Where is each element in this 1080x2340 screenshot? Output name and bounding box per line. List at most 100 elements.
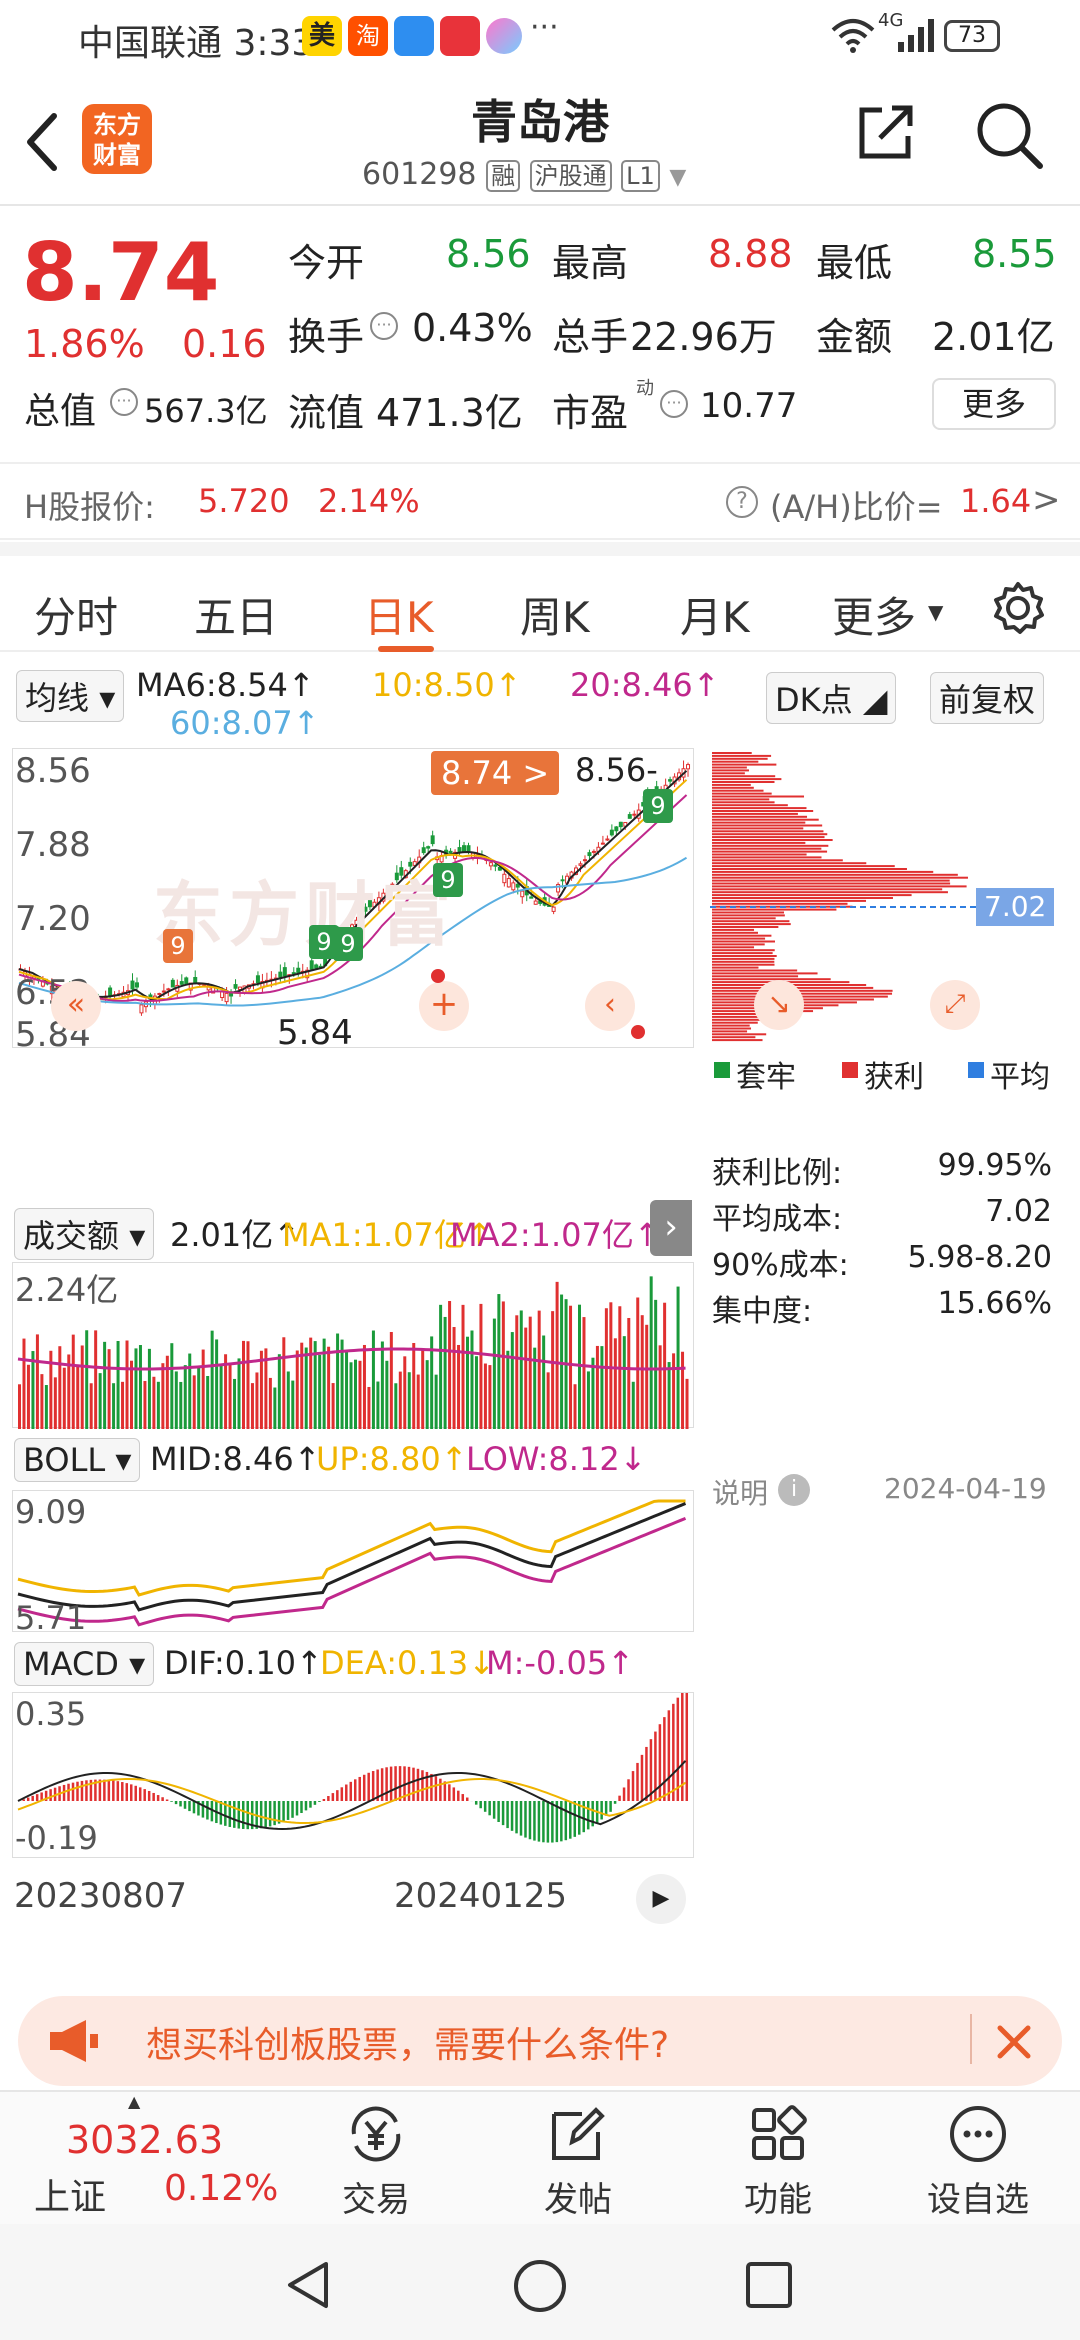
chip-bar (712, 830, 824, 833)
macd-bar (569, 1801, 572, 1839)
volume-bar (44, 1385, 48, 1429)
tab-more[interactable]: 更多 (832, 584, 916, 645)
volume-bar (107, 1349, 111, 1429)
settings-gear-icon[interactable] (990, 580, 1046, 636)
expand-up-icon[interactable]: ▲ (128, 2092, 140, 2111)
chip-bar (712, 850, 828, 853)
volume-bar (654, 1299, 658, 1429)
chip-bar (712, 972, 818, 975)
info-icon[interactable]: i (778, 1474, 810, 1506)
legend-trapped: 套牢 (736, 1060, 796, 1095)
close-icon[interactable] (994, 2022, 1034, 2062)
stat-value-turnover: 0.43% (412, 306, 533, 350)
pe-value: 10.77 (700, 386, 798, 426)
volume-bar (31, 1351, 35, 1429)
note-label[interactable]: 说明 (712, 1472, 768, 1512)
search-icon[interactable] (974, 100, 1044, 170)
function-button[interactable]: 功能 (708, 2102, 848, 2221)
macd-bar (268, 1801, 272, 1827)
macd-bar (672, 1703, 675, 1801)
chip-bar (712, 815, 808, 818)
share-icon[interactable] (856, 102, 916, 162)
float-value: 471.3亿 (376, 391, 523, 435)
candle-body (255, 975, 260, 984)
volume-bar (573, 1384, 577, 1429)
tab-five-day[interactable]: 五日 (194, 584, 278, 645)
macd-bar (560, 1801, 563, 1842)
kline-y-label: 7.20 (15, 899, 91, 939)
chip-bar (712, 1030, 748, 1033)
volume-bar (407, 1372, 411, 1429)
chip-panel[interactable]: 7.02 ↘ ⤢ (710, 748, 1055, 1048)
volume-bar (18, 1384, 21, 1429)
chevron-left-icon[interactable]: ‹ (585, 981, 635, 1031)
promo-banner[interactable]: 想买科创板股票，需要什么条件? (18, 1996, 1062, 2086)
expand-icon[interactable]: ⤢ (930, 980, 980, 1030)
info-icon[interactable]: ··· (110, 388, 138, 416)
volume-bar (354, 1359, 357, 1429)
ma-selector[interactable]: 均线 ▾ (16, 670, 125, 722)
macd-selector[interactable]: MACD ▾ (14, 1642, 155, 1686)
watchlist-button[interactable]: 设自选 (908, 2102, 1048, 2221)
volume-bar (492, 1318, 496, 1429)
expand-arrow-icon[interactable]: › (650, 1200, 692, 1256)
dk-button[interactable]: DK点 ◢ (766, 672, 897, 724)
macd-bar (524, 1801, 527, 1838)
price-tag[interactable]: 8.74 > (431, 751, 560, 795)
chip-bar (712, 812, 798, 815)
index-value[interactable]: 3032.63 (66, 2118, 223, 2162)
chip-bar (712, 856, 822, 859)
tab-daily-k[interactable]: 日K (364, 584, 434, 645)
chip-arrow-icon[interactable]: ↘ (754, 980, 804, 1030)
macd-bar (26, 1797, 30, 1801)
h-share-row[interactable]: H股报价: 5.720 2.14% ? (A/H)比价= 1.64 > (0, 462, 1080, 542)
zoom-in-icon[interactable]: + (419, 981, 469, 1031)
macd-bar (533, 1801, 536, 1841)
macd-y-label: 0.35 (15, 1695, 87, 1733)
adjust-button[interactable]: 前复权 (930, 672, 1045, 724)
volume-bar (474, 1356, 478, 1429)
more-button[interactable]: 更多 (932, 378, 1056, 430)
trade-button[interactable]: 交易 (306, 2102, 446, 2221)
macd-bar (35, 1794, 39, 1801)
volume-bar (403, 1356, 407, 1429)
macd-bar (474, 1801, 478, 1805)
recents-square-icon[interactable] (744, 2260, 794, 2310)
post-button[interactable]: 发帖 (508, 2102, 648, 2221)
help-icon[interactable]: ? (726, 486, 758, 518)
play-icon[interactable]: ▶ (636, 1874, 686, 1924)
info-icon[interactable]: ··· (660, 390, 688, 418)
tab-intraday[interactable]: 分时 (34, 584, 118, 645)
volume-bar (273, 1387, 277, 1429)
volume-bar (466, 1336, 469, 1429)
tab-weekly-k[interactable]: 周K (520, 584, 590, 645)
x-axis-start: 20230807 (14, 1876, 188, 1916)
candle-body (520, 890, 525, 898)
dropdown-icon[interactable]: ▼ (669, 165, 686, 190)
chip-bar (712, 926, 779, 928)
macd-bar (201, 1801, 205, 1818)
boll-up: UP:8.80↑ (316, 1440, 468, 1478)
chip-legend: 套牢 获利 平均 (712, 1052, 1052, 1095)
signal-icon (898, 19, 934, 52)
kline-panel[interactable]: 东方财富 8.56 7.88 7.20 6.52 5.84 8.74 > 8.5… (12, 748, 694, 1055)
volume-bar (80, 1345, 84, 1429)
volume-bar (94, 1330, 98, 1429)
volume-bar (331, 1383, 335, 1429)
volume-bar (515, 1315, 519, 1429)
scroll-left-icon[interactable]: « (51, 981, 101, 1031)
chip-stat-label: 90%成本: (712, 1248, 849, 1283)
tab-monthly-k[interactable]: 月K (680, 584, 750, 645)
boll-selector[interactable]: BOLL ▾ (14, 1438, 141, 1482)
volume-bar (304, 1347, 308, 1429)
function-label: 功能 (744, 2180, 812, 2220)
macd-bar (537, 1801, 541, 1842)
kline-y-label: 7.88 (15, 825, 91, 865)
info-icon[interactable]: ··· (370, 312, 398, 340)
volume-selector[interactable]: 成交额 ▾ (14, 1208, 155, 1260)
macd-bar (286, 1801, 290, 1820)
volume-bar (394, 1383, 398, 1429)
home-circle-icon[interactable] (512, 2258, 568, 2314)
back-triangle-icon[interactable] (284, 2260, 334, 2310)
ma6-label: MA6:8.54↑ (136, 666, 315, 704)
